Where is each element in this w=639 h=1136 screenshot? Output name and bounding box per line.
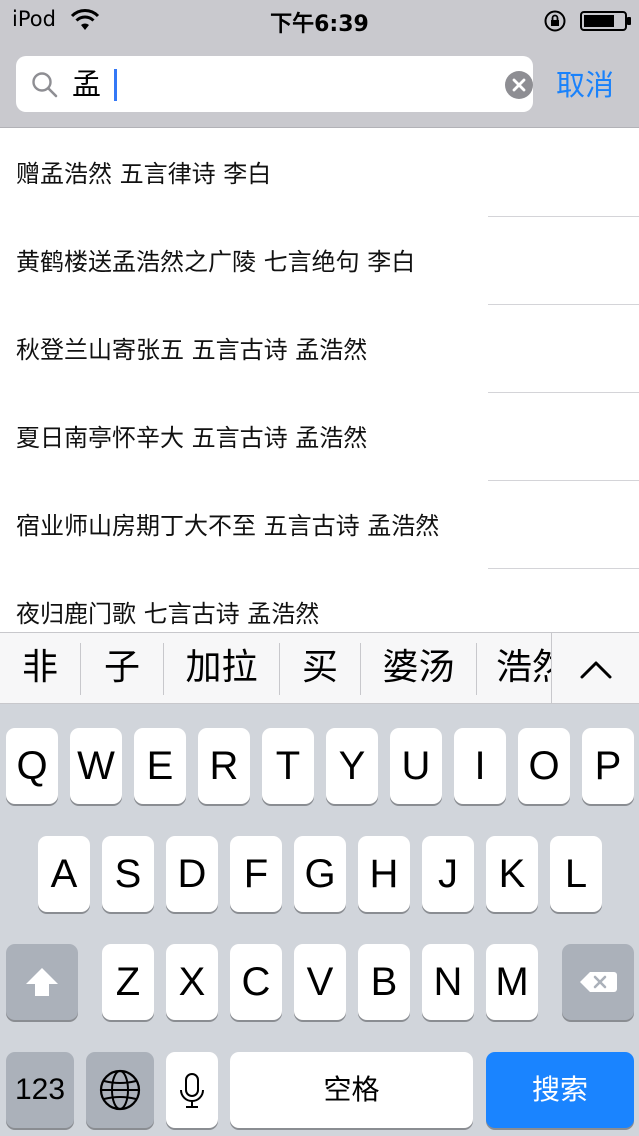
key-k[interactable]: K [486,836,538,912]
list-item-text: 赠孟浩然 五言律诗 李白 [16,160,272,188]
text-cursor [114,69,117,101]
list-item-text: 夜归鹿门歌 七言古诗 孟浩然 [16,600,320,628]
list-item-text: 夏日南亭怀辛大 五言古诗 孟浩然 [16,424,368,452]
candidate-item[interactable]: 加拉 [164,633,279,703]
list-item[interactable]: 黄鹤楼送孟浩然之广陵 七言绝句 李白 [0,217,639,305]
search-input[interactable]: 孟 [16,56,533,112]
key-d[interactable]: D [166,836,218,912]
backspace-icon [580,972,617,992]
list-item[interactable]: 夜归鹿门歌 七言古诗 孟浩然 [0,569,639,632]
globe-key[interactable] [86,1052,154,1128]
key-r[interactable]: R [198,728,250,804]
list-item[interactable]: 赠孟浩然 五言律诗 李白 [0,129,639,217]
list-item[interactable]: 夏日南亭怀辛大 五言古诗 孟浩然 [0,393,639,481]
dictation-key[interactable] [166,1052,218,1128]
shift-key[interactable] [6,944,78,1020]
chevron-up-icon [580,661,612,679]
shift-icon [26,968,58,996]
key-y[interactable]: Y [326,728,378,804]
key-m[interactable]: M [486,944,538,1020]
clear-icon[interactable] [504,70,534,100]
list-item-text: 秋登兰山寄张五 五言古诗 孟浩然 [16,336,368,364]
search-header: iPod 下午6:39 孟 取消 [0,0,639,128]
candidate-item[interactable]: 子 [81,633,163,703]
key-w[interactable]: W [70,728,122,804]
key-s[interactable]: S [102,836,154,912]
key-p[interactable]: P [582,728,634,804]
candidate-item[interactable]: 非 [0,633,80,703]
key-e[interactable]: E [134,728,186,804]
keyboard: Q W E R T Y U I O P A S D F G H J K L Z … [0,704,639,1136]
key-x[interactable]: X [166,944,218,1020]
key-u[interactable]: U [390,728,442,804]
list-item[interactable]: 宿业师山房期丁大不至 五言古诗 孟浩然 [0,481,639,569]
rotation-lock-icon [544,10,566,32]
key-c[interactable]: C [230,944,282,1020]
key-n[interactable]: N [422,944,474,1020]
globe-icon [99,1069,141,1111]
list-item-text: 黄鹤楼送孟浩然之广陵 七言绝句 李白 [16,248,416,276]
key-j[interactable]: J [422,836,474,912]
delete-key[interactable] [562,944,634,1020]
list-item-text: 宿业师山房期丁大不至 五言古诗 孟浩然 [16,512,440,540]
key-h[interactable]: H [358,836,410,912]
search-results-list: 赠孟浩然 五言律诗 李白 黄鹤楼送孟浩然之广陵 七言绝句 李白 秋登兰山寄张五 … [0,129,639,632]
numbers-key[interactable]: 123 [6,1052,74,1128]
status-bar: iPod 下午6:39 [0,0,639,40]
key-a[interactable]: A [38,836,90,912]
key-v[interactable]: V [294,944,346,1020]
candidate-item[interactable]: 婆汤 [361,633,476,703]
key-z[interactable]: Z [102,944,154,1020]
microphone-icon [180,1073,204,1108]
key-o[interactable]: O [518,728,570,804]
space-key[interactable]: 空格 [230,1052,473,1128]
key-f[interactable]: F [230,836,282,912]
key-t[interactable]: T [262,728,314,804]
candidate-bar: 非 子 加拉 买 婆汤 浩然 [0,632,639,704]
key-q[interactable]: Q [6,728,58,804]
key-g[interactable]: G [294,836,346,912]
key-b[interactable]: B [358,944,410,1020]
search-query-text[interactable]: 孟 [72,66,101,102]
list-item[interactable]: 秋登兰山寄张五 五言古诗 孟浩然 [0,305,639,393]
battery-icon [580,11,631,31]
expand-candidates-button[interactable] [551,633,639,703]
search-icon [32,72,58,98]
key-i[interactable]: I [454,728,506,804]
cancel-button[interactable]: 取消 [556,62,614,104]
search-key[interactable]: 搜索 [486,1052,634,1128]
divider [476,643,477,695]
candidate-item[interactable]: 买 [280,633,360,703]
key-l[interactable]: L [550,836,602,912]
